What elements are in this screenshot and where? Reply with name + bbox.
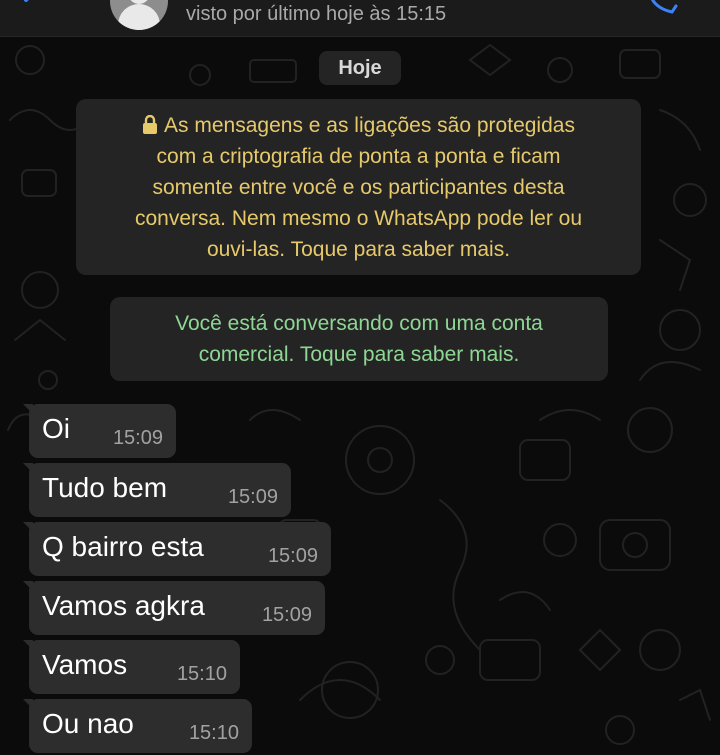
message-text: Vamos — [42, 649, 128, 680]
date-separator: Hoje — [319, 51, 401, 85]
message-text: Tudo bem — [42, 472, 168, 503]
encryption-notice-line: ouvi-las. Toque para saber mais. — [206, 238, 511, 261]
message-time: 15:10 — [188, 722, 239, 744]
message-text: Vamos agkra — [42, 590, 205, 621]
phone-call-icon[interactable] — [644, 0, 680, 18]
message-text: Ou nao — [42, 708, 134, 739]
business-notice-line: comercial. Toque para saber mais. — [198, 343, 520, 366]
message-bubble[interactable]: Oi 15:09 — [23, 404, 176, 458]
encryption-notice-line: As mensagens e as ligações são protegida… — [90, 110, 627, 141]
business-notice-line: Você está conversando com uma conta — [175, 312, 543, 335]
message-bubble[interactable]: Q bairro esta 15:09 — [23, 522, 331, 576]
message-time: 15:09 — [227, 486, 278, 508]
contact-avatar[interactable] — [110, 0, 168, 30]
message-bubble[interactable]: Ou nao 15:10 — [23, 699, 252, 753]
last-seen-status: visto por último hoje às 15:15 — [186, 3, 447, 25]
encryption-notice-line: conversa. Nem mesmo o WhatsApp pode ler … — [134, 207, 583, 230]
message-text: Q bairro esta — [42, 531, 204, 562]
encryption-notice[interactable]: As mensagens e as ligações são protegida… — [76, 99, 641, 275]
message-time: 15:09 — [267, 545, 318, 567]
message-text: Oi — [42, 413, 70, 444]
lock-icon — [143, 115, 158, 134]
message-time: 15:09 — [261, 604, 312, 626]
encryption-notice-line: somente entre você e os participantes de… — [152, 176, 565, 199]
business-account-notice[interactable]: Você está conversando com uma conta come… — [110, 297, 608, 381]
message-bubble[interactable]: Tudo bem 15:09 — [23, 463, 291, 517]
message-bubble[interactable]: Vamos agkra 15:09 — [23, 581, 325, 635]
message-bubble[interactable]: Vamos 15:10 — [23, 640, 240, 694]
chat-header: visto por último hoje às 15:15 — [0, 0, 720, 37]
back-arrow-icon[interactable] — [14, 0, 74, 18]
encryption-notice-line: com a criptografia de ponta a ponta e fi… — [156, 145, 561, 168]
message-time: 15:10 — [176, 663, 227, 685]
message-time: 15:09 — [112, 427, 163, 449]
